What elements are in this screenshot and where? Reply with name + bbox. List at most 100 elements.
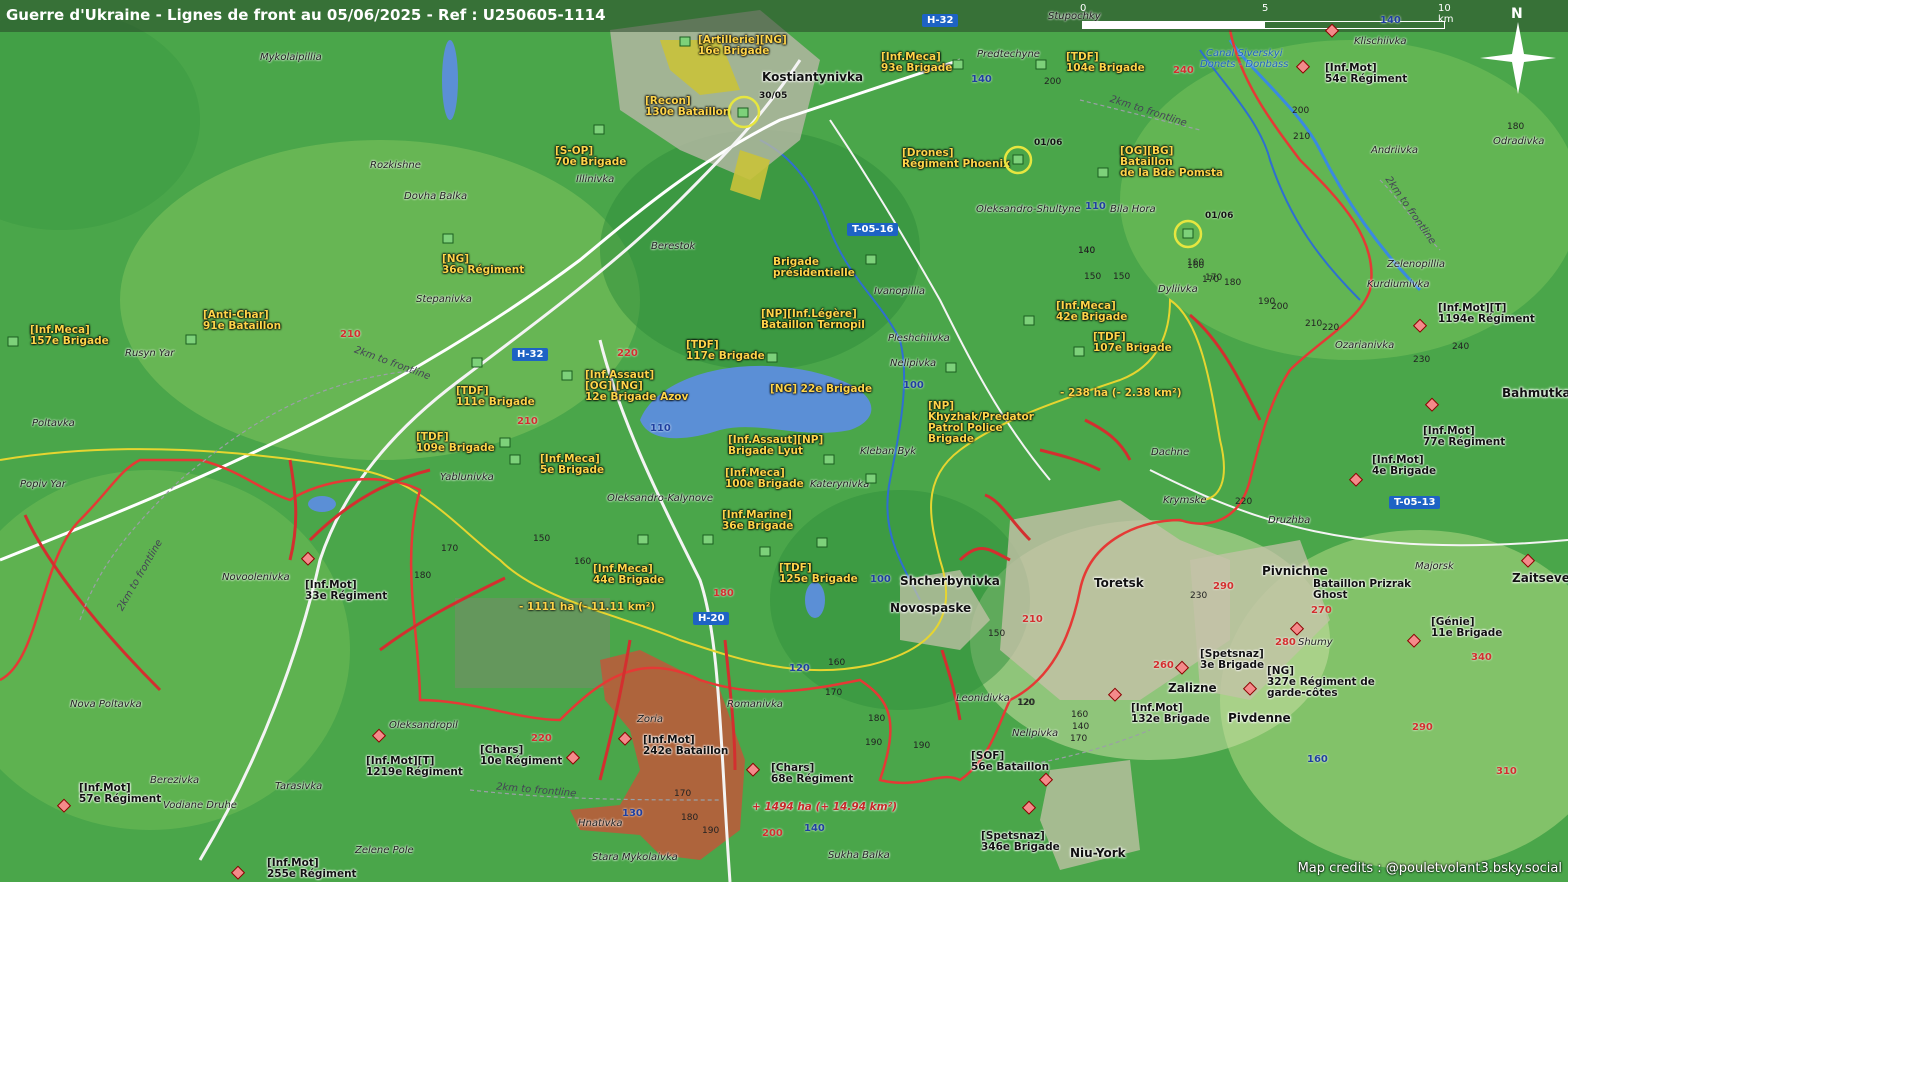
ua-unit[interactable]: [Anti-Char] 91e Bataillon (203, 310, 281, 332)
area-gain-label: + 1494 ha (+ 14.94 km²) (752, 801, 897, 813)
road-number-label: 130 (622, 808, 643, 819)
elevation-label: 160 (828, 658, 846, 668)
road-number-label: 290 (1412, 722, 1433, 733)
town: Mykolaipillia (260, 52, 322, 63)
ru-unit[interactable]: [Inf.Mot] 77e Régiment (1423, 426, 1505, 448)
town: Krymske (1163, 495, 1207, 506)
ua-unit[interactable]: [Inf.Meca] 100e Brigade (725, 468, 804, 490)
ua-unit[interactable]: [Inf.Assaut][NP] Brigade Lyut (728, 435, 823, 457)
ru-unit[interactable]: [Inf.Mot] 33e Régiment (305, 580, 387, 602)
ru-unit[interactable]: [SOF] 56e Bataillon (971, 751, 1049, 773)
road-shield: T-05-16 (847, 223, 899, 236)
ru-unit[interactable]: [Spetsnaz] 3e Brigade (1200, 649, 1264, 671)
ua-unit[interactable]: [S-OP] 70e Brigade (555, 146, 626, 168)
elevation-label: 170 (1205, 273, 1223, 283)
ru-unit[interactable]: [Inf.Mot] 4e Brigade (1372, 455, 1436, 477)
road-number-label: 270 (1311, 605, 1332, 616)
road-shield: H-32 (512, 348, 549, 361)
ua-unit[interactable]: [Inf.Marine] 36e Brigade (722, 510, 793, 532)
ru-unit[interactable]: [Chars] 10e Régiment (480, 745, 562, 767)
town: Stara Mykolaivka (592, 852, 678, 863)
ua-unit[interactable]: [NG] 36e Régiment (442, 254, 524, 276)
town: Zoria (637, 714, 663, 725)
ua-unit[interactable]: [Inf.Meca] 157e Brigade (30, 325, 109, 347)
ua-unit[interactable]: [NP] Khyzhak/Predator Patrol Police Brig… (928, 401, 1034, 445)
town: Illinivka (576, 174, 615, 185)
date-label: 01/06 (1034, 138, 1063, 148)
ua-unit[interactable]: [Inf.Meca] 44e Brigade (593, 564, 664, 586)
town: Rozkishne (370, 160, 421, 171)
town: Pleshchiivka (888, 333, 950, 344)
ua-unit[interactable]: [Inf.Assaut] [OG] [NG] 12e Brigade Azov (585, 370, 688, 403)
elevation-label: 200 (1044, 77, 1062, 87)
ua-unit[interactable]: [Inf.Meca] 5e Brigade (540, 454, 604, 476)
town: Dyliivka (1158, 284, 1198, 295)
elevation-label: 150 (988, 629, 1006, 639)
ua-unit[interactable]: [Inf.Meca] 93e Brigade (881, 52, 952, 74)
road-number-label: 280 (1275, 637, 1296, 648)
ru-unit[interactable]: [Génie] 11e Brigade (1431, 617, 1502, 639)
town: Odradivka (1493, 136, 1545, 147)
road-number-label: 310 (1496, 766, 1517, 777)
town: Rusyn Yar (125, 348, 175, 359)
elevation-label: 170 (674, 789, 692, 799)
ru-unit[interactable]: Bataillon Prizrak Ghost (1313, 579, 1411, 601)
town: Nelipivka (890, 358, 937, 369)
ua-unit[interactable]: [Recon] 130e Bataillon (645, 96, 730, 118)
ru-unit[interactable]: [Inf.Mot] 57e Régiment (79, 783, 161, 805)
ua-unit[interactable]: [NG] 22e Brigade (770, 384, 872, 395)
town: Oleksandro-Kalynove (607, 493, 714, 504)
ua-unit[interactable]: [TDF] 104e Brigade (1066, 52, 1145, 74)
area-loss-label: - 1111 ha (- 11.11 km²) (519, 601, 656, 613)
ru-unit[interactable]: [Inf.Mot] 54e Régiment (1325, 63, 1407, 85)
town-pivnichne: Pivnichne (1262, 564, 1328, 578)
elevation-label: 190 (913, 741, 931, 751)
area-loss-label: - 238 ha (- 2.38 km²) (1060, 387, 1182, 399)
road-number-label: 210 (517, 416, 538, 427)
map[interactable]: Guerre d'Ukraine - Lignes de front au 05… (0, 0, 1568, 882)
road-number-label: 220 (531, 733, 552, 744)
elevation-label: 180 (414, 571, 432, 581)
ru-unit[interactable]: [Inf.Mot] 132e Brigade (1131, 703, 1210, 725)
town-shcherbynivka: Shcherbynivka (900, 574, 1000, 588)
ru-unit[interactable]: [NG] 327e Régiment de garde-côtes (1267, 666, 1375, 699)
scale-label-5: 5 (1262, 3, 1269, 14)
ru-unit[interactable]: [Inf.Mot][T] 1194e Régiment (1438, 303, 1535, 325)
ru-unit[interactable]: [Spetsnaz] 346e Brigade (981, 831, 1060, 853)
ua-unit[interactable]: Brigade présidentielle (773, 257, 855, 279)
road-number-label: 100 (870, 574, 891, 585)
ua-unit[interactable]: [OG][BG] Bataillon de la Bde Pomsta (1120, 146, 1223, 179)
ua-unit[interactable]: [TDF] 109e Brigade (416, 432, 495, 454)
ru-unit[interactable]: [Inf.Mot] 255e Régiment (267, 858, 357, 880)
map-credits: Map credits : @pouletvolant3.bsky.social (1297, 861, 1562, 876)
scale-label-10: 10 km (1438, 3, 1454, 25)
ua-unit[interactable]: [TDF] 107e Brigade (1093, 332, 1172, 354)
road-number-label: 110 (1085, 201, 1106, 212)
road-shield: T-05-13 (1389, 496, 1441, 509)
elevation-label: 160 (1071, 710, 1089, 720)
ua-unit[interactable]: [Drones] Régiment Phoenix (902, 148, 1010, 170)
ru-unit[interactable]: [Inf.Mot][T] 1219e Régiment (366, 756, 463, 778)
elevation-label: 150 (533, 534, 551, 544)
ua-unit[interactable]: [TDF] 125e Brigade (779, 563, 858, 585)
elevation-label: 160 (574, 557, 592, 567)
ua-unit[interactable]: [TDF] 117e Brigade (686, 340, 765, 362)
road-number-label: 210 (340, 329, 361, 340)
town: Zelenopillia (1387, 259, 1445, 270)
ru-unit[interactable]: [Inf.Mot] 242e Bataillon (643, 735, 728, 757)
date-label: 01/06 (1205, 211, 1234, 221)
elevation-label: 240 (1452, 342, 1470, 352)
ua-unit[interactable]: [Artillerie][NG] 16e Brigade (698, 35, 787, 57)
town-pivdenne: Pivdenne (1228, 711, 1291, 725)
ua-unit[interactable]: [Inf.Meca] 42e Brigade (1056, 301, 1127, 323)
road-shield: H-20 (693, 612, 730, 625)
town: Shumy (1298, 637, 1333, 648)
road-number-label: 140 (971, 74, 992, 85)
elevation-label: 200 (1292, 106, 1310, 116)
ru-unit[interactable]: [Chars] 68e Régiment (771, 763, 853, 785)
town: Zelene Pole (355, 845, 414, 856)
road-number-label: 110 (650, 423, 671, 434)
ua-unit[interactable]: [TDF] 111e Brigade (456, 386, 535, 408)
ua-unit[interactable]: [NP][Inf.Légère] Bataillon Ternopil (761, 309, 865, 331)
elevation-label: 220 (1235, 497, 1253, 507)
